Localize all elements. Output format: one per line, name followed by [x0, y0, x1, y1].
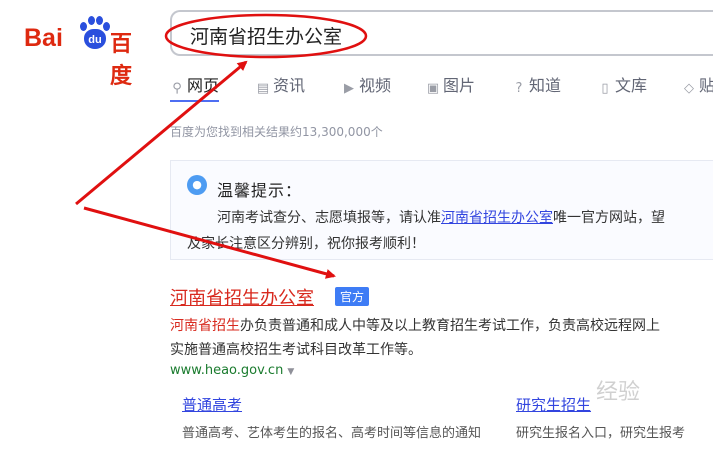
annotation-arrow-to-badge [83, 206, 336, 279]
annotation-overlay [75, 13, 368, 279]
annotation-arrow-to-search [75, 60, 248, 206]
annotation-ellipse [164, 13, 368, 59]
